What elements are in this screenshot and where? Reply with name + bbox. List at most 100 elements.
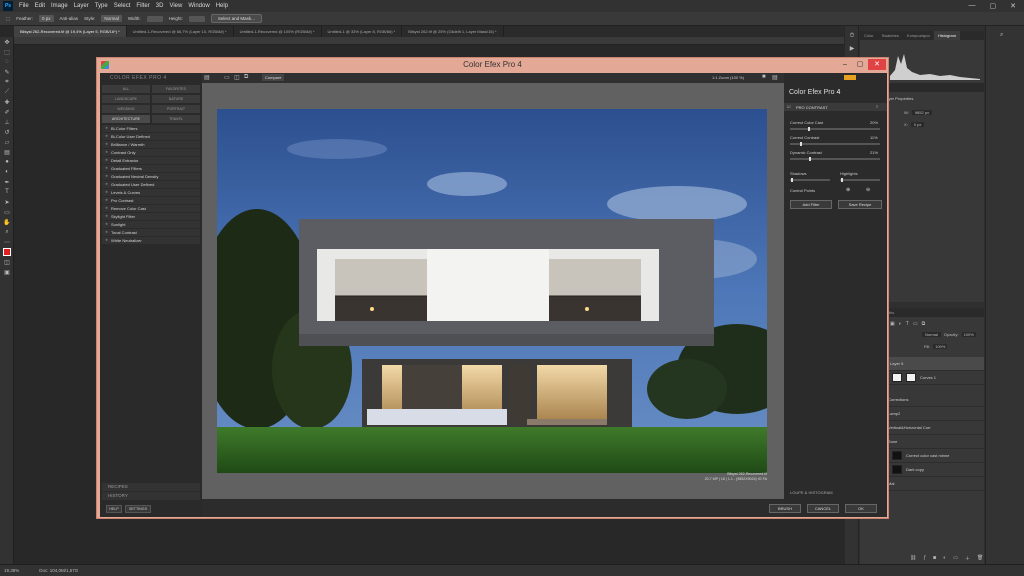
save-recipe-button[interactable]: Save Recipe	[838, 200, 882, 209]
healing-tool-icon[interactable]: ✚	[0, 97, 14, 107]
menu-image[interactable]: Image	[48, 3, 71, 9]
single-view-icon[interactable]: ▭	[224, 74, 230, 81]
slider-value-3[interactable]: 21%	[870, 150, 878, 155]
filter-menu-icon[interactable]: ≡	[876, 104, 878, 109]
tab-swatches[interactable]: Swatches	[878, 31, 903, 40]
eraser-tool-icon[interactable]: ▱	[0, 137, 14, 147]
category-landscape[interactable]: LANDSCAPE	[102, 95, 150, 103]
screen-mode-icon[interactable]: ▣	[0, 267, 14, 277]
menu-layer[interactable]: Layer	[71, 3, 92, 9]
marquee-tool-icon[interactable]: ⬚	[6, 16, 10, 22]
filter-shape-icon[interactable]: ▭	[913, 321, 918, 327]
search-icon[interactable]: ⌕	[1000, 32, 1024, 39]
slider-handle[interactable]	[808, 127, 810, 131]
category-travel[interactable]: TRAVEL	[152, 115, 200, 123]
close-icon[interactable]: ✕	[1010, 2, 1016, 10]
filter-item[interactable]: Detail Extractor	[102, 157, 200, 165]
pen-tool-icon[interactable]: ✒	[0, 177, 14, 187]
settings-button[interactable]: SETTINGS	[125, 505, 151, 513]
filter-item[interactable]: Tonal Contrast	[102, 229, 200, 237]
recipes-section[interactable]: RECIPES	[102, 483, 200, 491]
side-by-side-icon[interactable]: ⧉	[244, 74, 248, 81]
menu-type[interactable]: Type	[92, 3, 111, 9]
filter-type-icon[interactable]: T	[906, 321, 909, 327]
lasso-tool-icon[interactable]: ◌	[0, 57, 14, 67]
close-icon[interactable]: ✕	[868, 59, 886, 70]
category-favorites[interactable]: FAVORITES	[152, 85, 200, 93]
stamp-tool-icon[interactable]: ⊥	[0, 117, 14, 127]
antialias-checkbox[interactable]: Anti-alias	[60, 16, 79, 21]
filter-item[interactable]: Graduated Neutral Density	[102, 173, 200, 181]
opacity-input[interactable]: 100%	[961, 332, 976, 337]
brush-tool-icon[interactable]: ✐	[0, 107, 14, 117]
brush-button[interactable]: BRUSH	[769, 504, 801, 513]
width-input[interactable]	[146, 15, 163, 22]
history-brush-icon[interactable]: ↺	[0, 127, 14, 137]
slider-value-1[interactable]: 20%	[870, 120, 878, 125]
history-panel-icon[interactable]: ⏱	[845, 30, 859, 42]
minimize-icon[interactable]: —	[969, 2, 976, 10]
tab-histogram[interactable]: Histogram	[933, 31, 961, 40]
quick-select-tool-icon[interactable]: ✎	[0, 67, 14, 77]
eyedropper-tool-icon[interactable]: ⟋	[0, 87, 14, 97]
gradient-tool-icon[interactable]: ▤	[0, 147, 14, 157]
maximize-icon[interactable]: ▢	[990, 2, 997, 10]
filter-item[interactable]: Graduated User Defined	[102, 181, 200, 189]
menu-file[interactable]: File	[16, 3, 32, 9]
filter-enabled-checkbox[interactable]: ☑	[787, 104, 791, 109]
split-view-icon[interactable]: ◫	[234, 74, 240, 81]
x-input[interactable]: 0 px	[910, 122, 925, 127]
dodge-tool-icon[interactable]: ◐	[0, 167, 14, 177]
filter-item[interactable]: Graduated Filters	[102, 165, 200, 173]
slider-handle[interactable]	[841, 178, 843, 182]
maximize-icon[interactable]: ▢	[853, 59, 867, 70]
filter-item[interactable]: Remove Color Cast	[102, 205, 200, 213]
help-button[interactable]: HELP	[106, 505, 122, 513]
doc-tab-3[interactable]: Untitled-1-Recovered @ 100% (RGB/8#) *	[234, 26, 322, 37]
filter-smart-icon[interactable]: ⧉	[922, 321, 926, 327]
background-color-icon[interactable]: ■	[762, 74, 766, 80]
category-portrait[interactable]: PORTRAIT	[152, 105, 200, 113]
actions-panel-icon[interactable]: ▶	[845, 42, 859, 54]
crop-tool-icon[interactable]: ⌗	[0, 77, 14, 87]
menu-select[interactable]: Select	[111, 3, 134, 9]
zoom-readout[interactable]: 19,38%	[4, 568, 19, 573]
add-negative-point-icon[interactable]: ⊖	[866, 187, 870, 193]
menu-edit[interactable]: Edit	[32, 3, 48, 9]
dynamic-contrast-slider[interactable]	[790, 157, 880, 161]
filter-pixel-icon[interactable]: ▣	[890, 321, 895, 327]
correct-color-cast-slider[interactable]	[790, 127, 880, 131]
marquee-tool-icon[interactable]: ⬚	[0, 47, 14, 57]
filter-item[interactable]: Brilliance / Warmth	[102, 141, 200, 149]
link-icon[interactable]: ⛓	[910, 555, 916, 562]
hand-tool-icon[interactable]: ✋	[0, 217, 14, 227]
filter-item[interactable]: Bi-Color User Defined	[102, 133, 200, 141]
blend-mode-select[interactable]: Normal	[922, 332, 941, 337]
shape-tool-icon[interactable]: ▭	[0, 207, 14, 217]
control-points-label[interactable]: Control Points	[790, 188, 815, 193]
zoom-select[interactable]: 1:1 Zoom (100 %)	[712, 75, 744, 80]
move-tool-icon[interactable]: ✥	[0, 37, 14, 47]
tab-color[interactable]: Color	[860, 31, 878, 40]
group-icon[interactable]: ▭	[953, 555, 958, 562]
fill-input[interactable]: 100%	[933, 344, 948, 349]
style-select[interactable]: Normal	[101, 15, 122, 22]
new-layer-icon[interactable]: ＋	[965, 555, 970, 562]
filter-header[interactable]: PRO CONTRAST ☑ ≡	[784, 103, 887, 111]
category-wedding[interactable]: WEDDING	[102, 105, 150, 113]
type-tool-icon[interactable]: T	[0, 187, 14, 197]
loupe-histogram-section[interactable]: LOUPE & HISTOGRAM	[790, 490, 833, 495]
menu-filter[interactable]: Filter	[133, 3, 152, 9]
w-input[interactable]: 9852 px	[911, 110, 933, 115]
doc-tab-2[interactable]: Untitled-1-Recovered @ 66,7% (Layer 10, …	[127, 26, 234, 37]
blur-tool-icon[interactable]: ●	[0, 157, 14, 167]
filter-item[interactable]: Skylight Filter	[102, 213, 200, 221]
filter-item[interactable]: Contrast Only	[102, 149, 200, 157]
tab-kompozisjon[interactable]: Kompozisjon	[903, 31, 934, 40]
doc-tab-5[interactable]: Bilsyst 262.tif @ 25% (Glidelit 1, Layer…	[402, 26, 504, 37]
filter-item[interactable]: Bi-Color Filters	[102, 125, 200, 133]
select-and-mask-button[interactable]: Select and Mask...	[210, 14, 262, 23]
filter-item[interactable]: White Neutralizer	[102, 237, 200, 245]
shadows-slider[interactable]	[790, 178, 830, 182]
more-tools-icon[interactable]: ⋯	[0, 237, 14, 247]
